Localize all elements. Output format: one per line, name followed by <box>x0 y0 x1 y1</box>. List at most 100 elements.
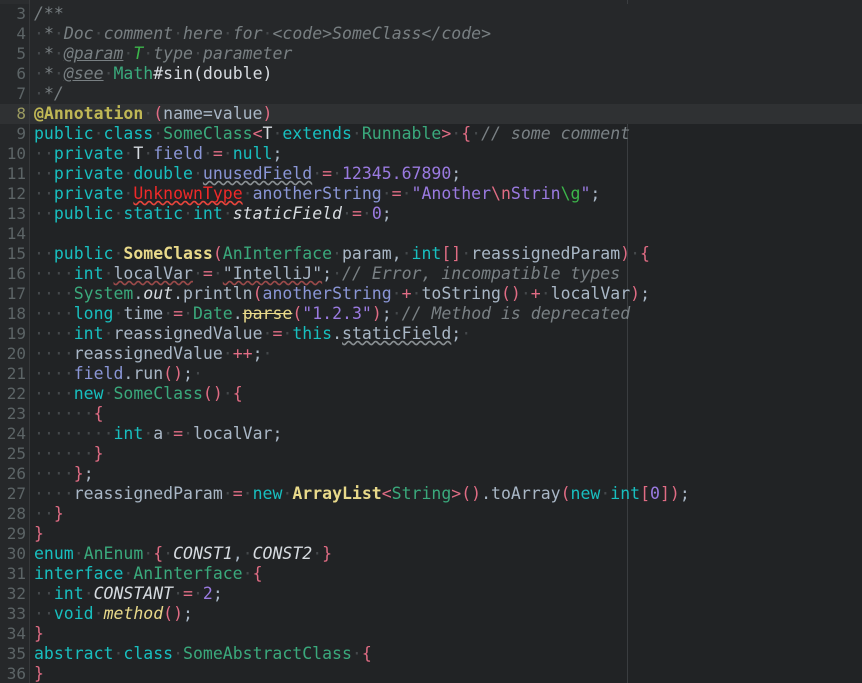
token-keyword: private <box>53 164 124 183</box>
token-constructor-declaration: SomeClass <box>123 244 213 263</box>
line-number: 14 <box>6 224 26 243</box>
code-line[interactable]: 13 ··public·static·int·staticField·=·0; <box>0 204 862 224</box>
whitespace-dot: · <box>272 124 283 143</box>
token-brace-open: { <box>461 124 472 143</box>
code-line-blank[interactable]: 14 <box>0 224 862 244</box>
token-keyword-type: int <box>113 424 144 443</box>
whitespace-dot: · <box>113 644 124 663</box>
code-line[interactable]: 27 ····reassignedParam·=·new·ArrayList<S… <box>0 484 862 504</box>
token-semicolon: ; <box>272 424 283 443</box>
code-line[interactable]: 3 /** <box>0 4 862 24</box>
whitespace-dot: · <box>34 264 44 283</box>
code-line[interactable]: 23 ······{ <box>0 404 862 424</box>
token-doc-word: comment <box>103 24 174 43</box>
code-line[interactable]: 7 ·*/ <box>0 84 862 104</box>
whitespace-dot: · <box>93 424 104 443</box>
code-line[interactable]: 35 abstract·class·SomeAbstractClass·{ <box>0 644 862 664</box>
whitespace-dot: · <box>540 284 551 303</box>
line-number: 13 <box>6 204 26 223</box>
whitespace-dot: · <box>43 244 54 263</box>
code-line[interactable]: 36 } <box>0 664 862 683</box>
token-doc-word: type <box>153 44 193 63</box>
code-line[interactable]: 20 ····reassignedValue·++;· <box>0 344 862 364</box>
line-content: } <box>34 624 44 644</box>
whitespace-dot: · <box>53 404 64 423</box>
code-line[interactable]: 11 ··private·double·unusedField·=·12345.… <box>0 164 862 184</box>
whitespace-dot: · <box>630 244 641 263</box>
code-line[interactable]: 5 ·*·@param·T·type·parameter <box>0 44 862 64</box>
code-line[interactable]: 32 ··int·CONSTANT·=·2; <box>0 584 862 604</box>
token-semicolon: ; <box>451 324 462 343</box>
code-line[interactable]: 28 ··} <box>0 504 862 524</box>
code-line[interactable]: 19 ····int·reassignedValue·=·this.static… <box>0 324 862 344</box>
code-line[interactable]: 31 interface·AnInterface·{ <box>0 564 862 584</box>
whitespace-dot: · <box>282 324 293 343</box>
code-line[interactable]: 25 ······} <box>0 444 862 464</box>
token-dot: . <box>481 484 492 503</box>
code-line[interactable]: 6 ·*·@see·Math#sin(double) <box>0 64 862 84</box>
whitespace-dot: · <box>212 264 223 283</box>
token-paren-close: ) <box>371 304 382 323</box>
whitespace-dot: · <box>43 424 54 443</box>
token-number: 0 <box>371 204 382 223</box>
whitespace-dot: · <box>73 424 84 443</box>
token-keyword-interface: interface <box>34 564 124 583</box>
line-content: ····new·SomeClass()·{ <box>34 384 243 404</box>
code-text-area[interactable]: 3 /** 4 ·*·Doc·comment·here·for·<code>So… <box>0 0 862 683</box>
line-content: ·*·@param·T·type·parameter <box>34 44 292 64</box>
whitespace-dot: · <box>173 584 184 603</box>
code-line[interactable]: 17 ····System.out.println(anotherString·… <box>0 284 862 304</box>
token-line-comment: // Method is deprecated <box>401 304 631 323</box>
whitespace-dot: · <box>34 444 44 463</box>
line-content: ··private·double·unusedField·=·12345.678… <box>34 164 461 184</box>
code-line[interactable]: 34 } <box>0 624 862 644</box>
whitespace-dot: · <box>183 204 193 223</box>
code-line[interactable]: 21 ····field.run();· <box>0 364 862 384</box>
whitespace-dot: · <box>53 484 64 503</box>
whitespace-dot: · <box>63 464 74 483</box>
line-number: 28 <box>6 504 26 523</box>
token-dot: . <box>332 324 343 343</box>
code-line[interactable]: 18 ····long·time·=·Date.parse("1.2.3");·… <box>0 304 862 324</box>
code-line[interactable]: 10 ··private·T·field·=·null; <box>0 144 862 164</box>
whitespace-dot: · <box>63 404 74 423</box>
code-line[interactable]: 26 ····}; <box>0 464 862 484</box>
whitespace-dot: · <box>43 384 54 403</box>
code-line[interactable]: 29 } <box>0 524 862 544</box>
code-line[interactable]: 24 ········int·a·=·localVar; <box>0 424 862 444</box>
editor-color-scheme-preview[interactable]: 3 /** 4 ·*·Doc·comment·here·for·<code>So… <box>0 0 862 683</box>
code-line[interactable]: 22 ····new·SomeClass()·{ <box>0 384 862 404</box>
line-content: } <box>34 664 44 683</box>
whitespace-dot: · <box>103 324 114 343</box>
whitespace-dot: · <box>242 564 253 583</box>
token-operator: = <box>173 424 184 443</box>
line-content: ··private·T·field·=·null; <box>34 144 282 164</box>
code-line[interactable]: 16 ····int·localVar·=·"IntelliJ";·// Err… <box>0 264 862 284</box>
whitespace-dot: · <box>123 164 134 183</box>
code-line[interactable]: 33 ··void·method(); <box>0 604 862 624</box>
line-content: public·class·SomeClass<T·extends·Runnabl… <box>34 124 630 144</box>
code-line[interactable]: 12 ··private·UnknownType·anotherString·=… <box>0 184 862 204</box>
whitespace-dot: · <box>143 144 154 163</box>
whitespace-dot: · <box>222 204 233 223</box>
line-number: 35 <box>6 644 26 663</box>
whitespace-dot: · <box>34 604 44 623</box>
line-content: abstract·class·SomeAbstractClass·{ <box>34 644 372 664</box>
code-line-caret-row[interactable]: 8 @Annotation·(name=value) <box>0 104 862 124</box>
whitespace-dot: · <box>43 164 54 183</box>
token-static-field-warning: staticField <box>342 324 452 343</box>
line-number: 6 <box>16 64 26 83</box>
code-line[interactable]: 15 ··public·SomeClass(AnInterface·param,… <box>0 244 862 264</box>
line-number: 18 <box>6 304 26 323</box>
whitespace-dot: · <box>34 384 44 403</box>
code-line[interactable]: 9 public·class·SomeClass<T·extends·Runna… <box>0 124 862 144</box>
whitespace-dot: · <box>461 324 472 343</box>
code-line[interactable]: 4 ·*·Doc·comment·here·for·<code>SomeClas… <box>0 24 862 44</box>
token-semicolon: ; <box>381 204 392 223</box>
whitespace-dot: · <box>222 24 233 43</box>
token-instance-field: field <box>153 144 203 163</box>
code-line[interactable]: 30 enum·AnEnum·{·CONST1,·CONST2·} <box>0 544 862 564</box>
token-number: 12345.67890 <box>342 164 452 183</box>
token-method-call: toString <box>421 284 501 303</box>
whitespace-dot: · <box>143 44 154 63</box>
